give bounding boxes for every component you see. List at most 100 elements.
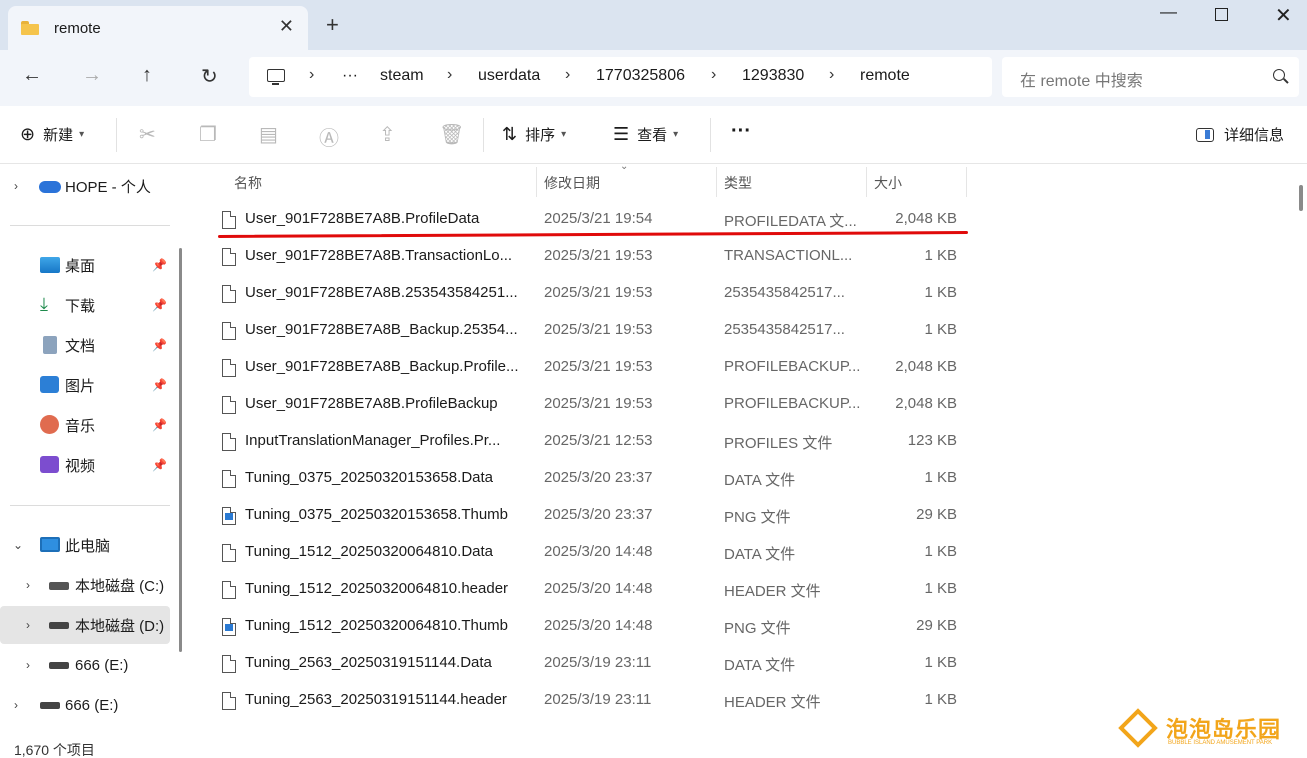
pin-icon[interactable]: 📌	[152, 258, 167, 272]
desktop-icon	[40, 257, 60, 273]
chevron-right-icon[interactable]: ›	[26, 658, 30, 672]
column-divider[interactable]	[866, 167, 867, 197]
file-row[interactable]: Tuning_0375_20250320153658.Thumb 2025/3/2…	[216, 498, 976, 535]
sidebar-item-pictures[interactable]: 图片 📌	[0, 366, 170, 404]
breadcrumb-appid[interactable]: 1293830	[742, 67, 804, 85]
sidebar-item-drive-d[interactable]: › 本地磁盘 (D:)	[0, 606, 170, 644]
file-row[interactable]: Tuning_1512_20250320064810.Thumb 2025/3/2…	[216, 609, 976, 646]
new-button[interactable]: ⊕ 新建 ▾	[20, 124, 84, 145]
chevron-down-icon[interactable]: ⌄	[13, 538, 23, 552]
file-row[interactable]: InputTranslationManager_Profiles.Pr... 20…	[216, 424, 976, 461]
file-list-scrollbar[interactable]	[1299, 185, 1303, 211]
column-header-type[interactable]: 类型	[724, 173, 752, 193]
file-row[interactable]: Tuning_2563_20250319151144.Data 2025/3/19…	[216, 646, 976, 683]
sidebar-label: 下载	[65, 297, 96, 315]
file-type: 2535435842517...	[724, 284, 845, 301]
search-icon[interactable]	[1273, 69, 1285, 81]
pin-icon[interactable]: 📌	[152, 338, 167, 352]
plus-circle-icon: ⊕	[20, 124, 36, 144]
drive-icon	[49, 582, 69, 590]
column-divider[interactable]	[536, 167, 537, 197]
sidebar-item-external-drive[interactable]: › 666 (E:)	[0, 686, 170, 724]
refresh-button[interactable]: ↻	[201, 64, 218, 89]
sidebar-item-documents[interactable]: 文档 📌	[0, 326, 170, 364]
file-row[interactable]: User_901F728BE7A8B.TransactionLo... 2025/…	[216, 239, 976, 276]
more-options-button[interactable]: ···	[731, 120, 751, 143]
paste-icon[interactable]: ▤	[259, 122, 278, 147]
file-row[interactable]: Tuning_0375_20250320153658.Data 2025/3/20…	[216, 461, 976, 498]
divider	[10, 505, 170, 506]
sidebar-item-desktop[interactable]: 桌面 📌	[0, 246, 170, 284]
file-date: 2025/3/21 19:54	[544, 210, 653, 227]
pin-icon[interactable]: 📌	[152, 418, 167, 432]
tab-remote[interactable]: remote ✕	[8, 6, 308, 50]
file-row[interactable]: Tuning_1512_20250320064810.Data 2025/3/20…	[216, 535, 976, 572]
videos-icon	[40, 456, 59, 473]
sort-button[interactable]: ⇅ 排序 ▾	[502, 124, 566, 145]
minimize-button[interactable]: —	[1160, 2, 1177, 22]
close-window-button[interactable]: ✕	[1275, 3, 1292, 28]
copy-icon[interactable]: ❐	[199, 122, 217, 147]
chevron-right-icon[interactable]: ›	[14, 698, 18, 712]
column-header-date[interactable]: 修改日期	[544, 173, 600, 193]
file-size: 1 KB	[924, 247, 957, 264]
maximize-button[interactable]	[1215, 8, 1228, 21]
breadcrumb-overflow[interactable]: ···	[342, 67, 358, 85]
file-row[interactable]: User_901F728BE7A8B.ProfileBackup 2025/3/2…	[216, 387, 976, 424]
close-tab-icon[interactable]: ✕	[279, 16, 294, 37]
sidebar-item-videos[interactable]: 视频 📌	[0, 446, 170, 484]
command-bar: ⊕ 新建 ▾ ✂ ❐ ▤ Ⓐ ⇪ 🗑 ⇅ 排序 ▾ ☰ 查看 ▾ ··· 详细信…	[0, 106, 1307, 164]
sidebar-item-downloads[interactable]: ⤓ 下载 📌	[0, 286, 170, 324]
image-file-icon	[222, 507, 236, 525]
file-row[interactable]: User_901F728BE7A8B.253543584251... 2025/3…	[216, 276, 976, 313]
cloud-icon	[39, 181, 61, 193]
sidebar-item-onedrive[interactable]: › HOPE - 个人	[0, 167, 170, 205]
music-icon	[40, 415, 59, 434]
drive-icon	[49, 662, 69, 669]
search-box[interactable]: 在 remote 中搜索	[1002, 57, 1299, 97]
sidebar-item-drive-e[interactable]: › 666 (E:)	[0, 646, 170, 684]
sidebar-item-this-pc[interactable]: ⌄ 此电脑	[0, 526, 170, 564]
file-row[interactable]: Tuning_2563_20250319151144.header 2025/3/…	[216, 683, 976, 720]
file-date: 2025/3/21 19:53	[544, 321, 653, 338]
column-header-size[interactable]: 大小	[874, 173, 902, 193]
column-divider[interactable]	[966, 167, 967, 197]
column-divider[interactable]	[716, 167, 717, 197]
pin-icon[interactable]: 📌	[152, 458, 167, 472]
forward-button[interactable]: →	[82, 64, 102, 87]
file-size: 123 KB	[907, 432, 957, 449]
download-icon: ⤓	[40, 294, 48, 314]
file-date: 2025/3/21 19:53	[544, 358, 653, 375]
chevron-right-icon[interactable]: ›	[26, 618, 30, 632]
file-name: Tuning_1512_20250320064810.Data	[245, 543, 494, 560]
details-pane-button[interactable]: 详细信息	[1196, 124, 1284, 145]
sidebar-item-drive-c[interactable]: › 本地磁盘 (C:)	[0, 566, 170, 604]
chevron-right-icon[interactable]: ›	[26, 578, 30, 592]
breadcrumb-userdata[interactable]: userdata	[478, 67, 540, 85]
breadcrumb-remote[interactable]: remote	[860, 67, 910, 85]
column-header-name[interactable]: 名称	[234, 173, 262, 193]
view-button[interactable]: ☰ 查看 ▾	[613, 124, 678, 145]
breadcrumb-steam[interactable]: steam	[380, 67, 424, 85]
address-bar[interactable]: › ··· steam › userdata › 1770325806 › 12…	[249, 57, 992, 97]
image-file-icon	[222, 618, 236, 636]
rename-icon[interactable]: Ⓐ	[319, 122, 339, 151]
cut-icon[interactable]: ✂	[139, 122, 156, 147]
chevron-right-icon: ›	[309, 66, 315, 83]
share-icon[interactable]: ⇪	[379, 122, 396, 147]
pin-icon[interactable]: 📌	[152, 378, 167, 392]
new-tab-button[interactable]: +	[326, 12, 339, 38]
chevron-right-icon[interactable]: ›	[14, 179, 18, 193]
breadcrumb-userid[interactable]: 1770325806	[596, 67, 685, 85]
back-button[interactable]: ←	[22, 64, 42, 87]
file-row[interactable]: User_901F728BE7A8B_Backup.Profile... 2025…	[216, 350, 976, 387]
delete-icon[interactable]: 🗑	[439, 122, 464, 147]
file-row[interactable]: User_901F728BE7A8B_Backup.25354... 2025/3…	[216, 313, 976, 350]
chevron-right-icon: ›	[565, 66, 571, 83]
up-button[interactable]: ↑	[142, 64, 152, 87]
sidebar-scrollbar[interactable]	[179, 248, 182, 652]
sidebar-item-music[interactable]: 音乐 📌	[0, 406, 170, 444]
file-row[interactable]: Tuning_1512_20250320064810.header 2025/3/…	[216, 572, 976, 609]
file-icon	[222, 544, 236, 562]
pin-icon[interactable]: 📌	[152, 298, 167, 312]
